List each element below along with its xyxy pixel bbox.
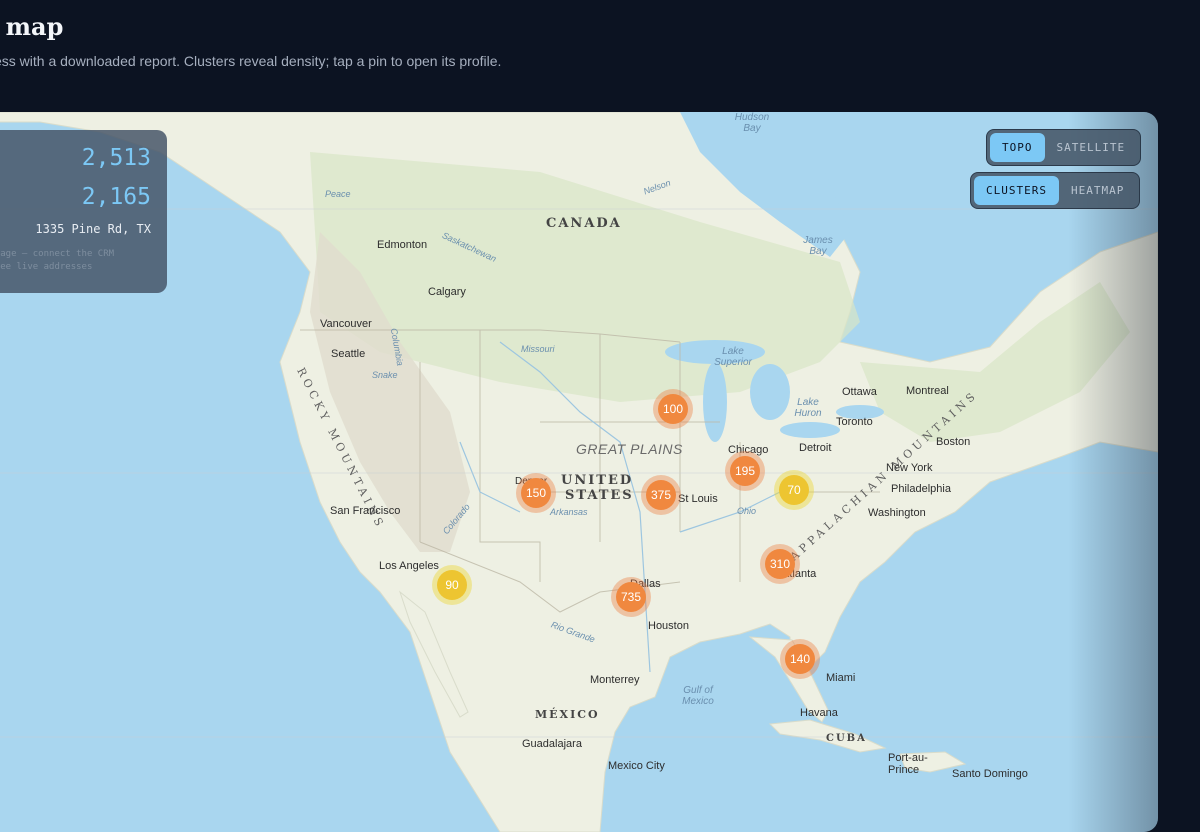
label-philadelphia: Philadelphia [891, 483, 951, 495]
label-port-au-prince: Port-au-Prince [888, 752, 928, 776]
label-ohio: Ohio [737, 506, 757, 516]
cluster-marker[interactable]: 195 [725, 451, 765, 491]
label-states: STATES [565, 488, 634, 503]
label-washington: Washington [868, 507, 926, 519]
clusters-option[interactable]: CLUSTERS [974, 176, 1059, 205]
label-mexico-city: Mexico City [608, 760, 665, 772]
stats-panel: 2,513 TS 2,165 1335 Pine Rd, TX verage —… [0, 130, 167, 293]
label-missouri: Missouri [521, 344, 555, 354]
view-mode-toggle: CLUSTERS HEATMAP [970, 172, 1141, 209]
label-boston: Boston [936, 436, 971, 448]
label-new-york: New York [886, 462, 933, 474]
label-calgary: Calgary [428, 286, 466, 298]
stat-footnote-line1: verage — connect the CRM [0, 249, 115, 259]
label-mexico: MÉXICO [535, 708, 600, 721]
stat-footnote: verage — connect the CRM e see live addr… [0, 248, 114, 274]
base-layer-toggle: TOPO SATELLITE [986, 129, 1142, 166]
cluster-marker[interactable]: 70 [774, 470, 814, 510]
label-snake: Snake [372, 370, 398, 380]
label-montreal: Montreal [906, 385, 949, 397]
stat-address: 1335 Pine Rd, TX [35, 222, 151, 236]
cluster-count: 140 [785, 644, 815, 674]
label-james-bay: James Bay [803, 235, 833, 257]
stat-secondary-value: 2,165 [81, 184, 151, 210]
label-guadalajara: Guadalajara [522, 738, 582, 750]
lake-michigan-water [703, 362, 727, 442]
topo-option[interactable]: TOPO [990, 133, 1045, 162]
label-gulf-of-mexico: Gulf of Mexico [682, 685, 714, 707]
cluster-count: 735 [616, 582, 646, 612]
label-united: UNITED [561, 473, 634, 488]
label-lake-huron: Lake Huron [794, 397, 822, 419]
cluster-count: 100 [658, 394, 688, 424]
label-havana: Havana [800, 707, 838, 719]
page-title: e map [0, 12, 64, 41]
cluster-marker[interactable]: 375 [641, 475, 681, 515]
label-houston: Houston [648, 620, 689, 632]
cluster-marker[interactable]: 150 [516, 473, 556, 513]
label-st-louis: St Louis [678, 493, 718, 505]
cluster-count: 70 [779, 475, 809, 505]
label-miami: Miami [826, 672, 856, 684]
cluster-count: 310 [765, 549, 795, 579]
label-detroit: Detroit [799, 442, 832, 454]
cluster-marker[interactable]: 100 [653, 389, 693, 429]
stat-primary-value: 2,513 [81, 145, 151, 171]
label-santo-domingo: Santo Domingo [952, 768, 1028, 780]
lake-huron-water [750, 364, 790, 420]
heatmap-option[interactable]: HEATMAP [1059, 176, 1136, 205]
label-edmonton: Edmonton [377, 239, 428, 251]
label-great-plains: GREAT PLAINS [576, 441, 683, 457]
label-peace: Peace [325, 189, 351, 199]
label-monterrey: Monterrey [590, 674, 640, 686]
page-subtitle: ess with a downloaded report. Clusters r… [0, 53, 502, 69]
lake-erie-water [780, 422, 840, 438]
label-cuba: CUBA [826, 733, 867, 744]
cluster-count: 90 [437, 570, 467, 600]
cluster-marker[interactable]: 90 [432, 565, 472, 605]
label-hudson-bay: Hudson Bay [734, 112, 770, 134]
label-lake-superior: Lake Superior [714, 346, 752, 368]
cluster-marker[interactable]: 735 [611, 577, 651, 617]
label-arkansas: Arkansas [550, 507, 588, 517]
label-vancouver: Vancouver [320, 318, 372, 330]
cluster-count: 150 [521, 478, 551, 508]
label-ottawa: Ottawa [842, 386, 877, 398]
label-canada: CANADA [546, 216, 622, 231]
cluster-count: 375 [646, 480, 676, 510]
label-los-angeles: Los Angeles [379, 560, 439, 572]
label-san-francisco: San Francisco [330, 505, 401, 517]
map-view[interactable]: Hudson Bay James Bay Lake Superior Lake … [0, 112, 1158, 832]
label-seattle: Seattle [331, 348, 366, 360]
label-toronto: Toronto [836, 416, 873, 428]
cluster-marker[interactable]: 140 [780, 639, 820, 679]
cluster-marker[interactable]: 310 [760, 544, 800, 584]
satellite-option[interactable]: SATELLITE [1045, 133, 1138, 162]
stat-footnote-line2: e see live addresses [0, 262, 93, 272]
cluster-count: 195 [730, 456, 760, 486]
